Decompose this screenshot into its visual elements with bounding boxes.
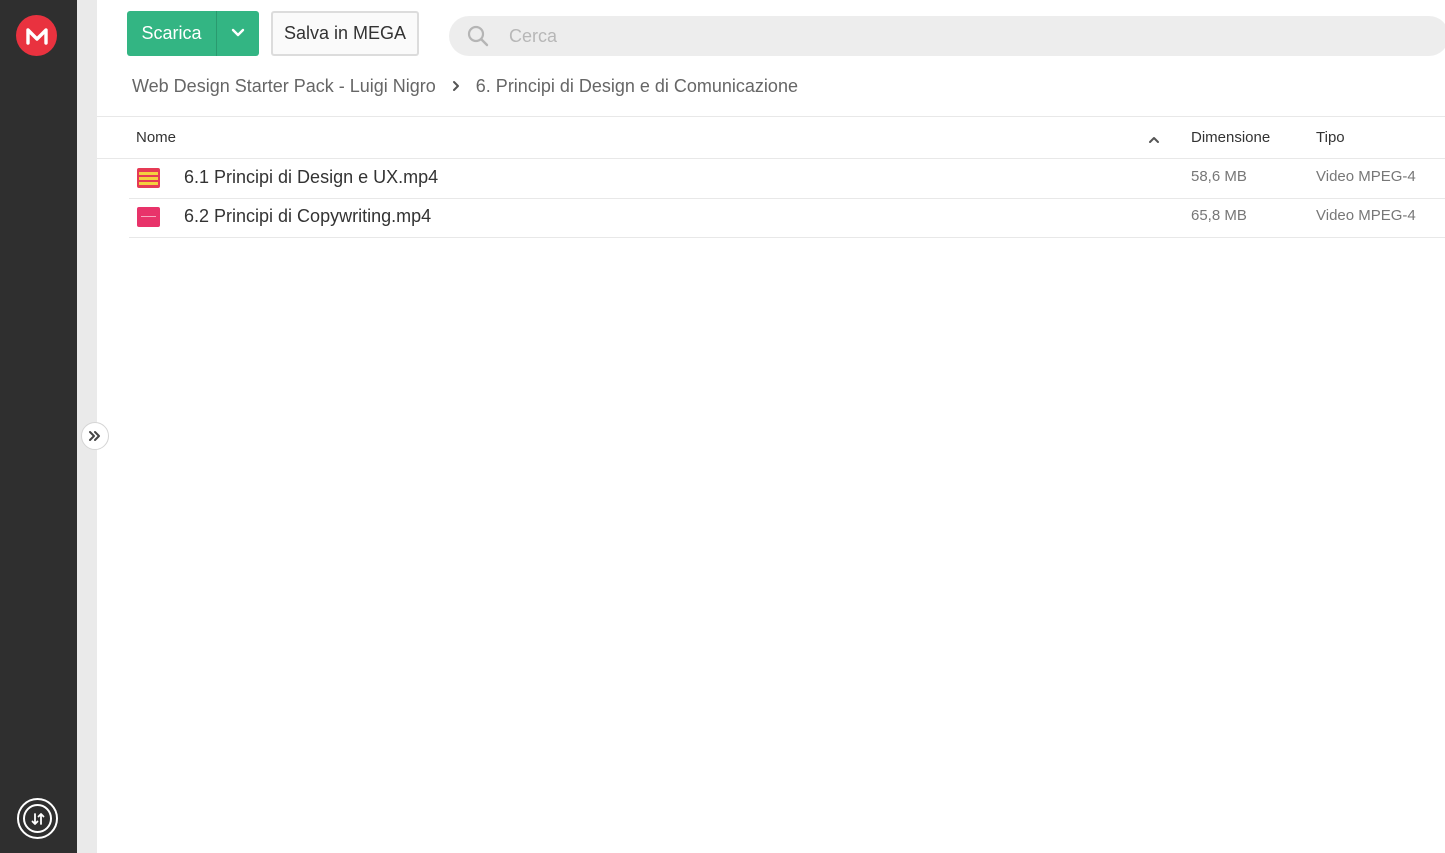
download-button[interactable]: Scarica bbox=[127, 11, 259, 56]
transfers-icon[interactable] bbox=[17, 798, 58, 839]
breadcrumb-item-root[interactable]: Web Design Starter Pack - Luigi Nigro bbox=[132, 76, 436, 97]
app-window: Scarica Salva in MEGA Web Design Starter… bbox=[0, 0, 1445, 853]
file-size: 65,8 MB bbox=[1191, 207, 1247, 224]
download-button-label[interactable]: Scarica bbox=[127, 11, 216, 56]
video-thumbnail-icon bbox=[137, 207, 160, 227]
chevron-right-icon bbox=[452, 80, 460, 92]
file-type: Video MPEG-4 bbox=[1316, 168, 1416, 185]
double-chevron-right-icon[interactable] bbox=[81, 422, 109, 450]
breadcrumb-item-current[interactable]: 6. Principi di Design e di Comunicazione bbox=[476, 76, 798, 97]
file-type: Video MPEG-4 bbox=[1316, 207, 1416, 224]
breadcrumb: Web Design Starter Pack - Luigi Nigro 6.… bbox=[132, 74, 798, 98]
column-header-type[interactable]: Tipo bbox=[1316, 129, 1345, 146]
left-rail bbox=[0, 0, 77, 853]
download-options-button[interactable] bbox=[217, 11, 259, 56]
chevron-up-icon[interactable] bbox=[1148, 131, 1160, 148]
column-header-size[interactable]: Dimensione bbox=[1191, 129, 1270, 146]
table-header: Nome Dimensione Tipo bbox=[97, 117, 1445, 159]
search-input[interactable] bbox=[509, 25, 1309, 47]
chevron-down-icon bbox=[231, 25, 245, 43]
table-row[interactable]: 6.2 Principi di Copywriting.mp4 65,8 MB … bbox=[129, 198, 1445, 238]
file-name[interactable]: 6.2 Principi di Copywriting.mp4 bbox=[184, 206, 431, 227]
table-row[interactable]: 6.1 Principi di Design e UX.mp4 58,6 MB … bbox=[129, 159, 1445, 199]
video-thumbnail-icon bbox=[137, 168, 160, 188]
column-header-name[interactable]: Nome bbox=[136, 129, 176, 146]
file-size: 58,6 MB bbox=[1191, 168, 1247, 185]
search-bar[interactable] bbox=[449, 16, 1445, 56]
save-to-mega-button[interactable]: Salva in MEGA bbox=[271, 11, 419, 56]
file-name[interactable]: 6.1 Principi di Design e UX.mp4 bbox=[184, 167, 438, 188]
mega-logo-icon[interactable] bbox=[16, 15, 57, 56]
search-icon bbox=[449, 24, 499, 48]
